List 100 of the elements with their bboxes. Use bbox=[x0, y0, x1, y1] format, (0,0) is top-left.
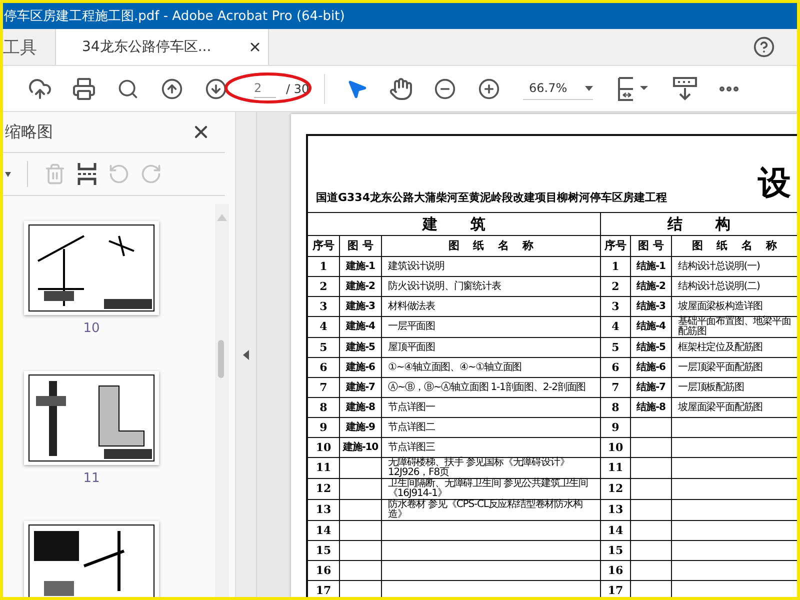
drawing-code: 建施-7 bbox=[340, 378, 381, 397]
row-number: 10 bbox=[601, 438, 630, 457]
section-title: 建 筑 bbox=[308, 213, 600, 235]
table-cell bbox=[340, 500, 381, 520]
row-number: 4 bbox=[308, 317, 339, 337]
drawing-code: 结施-1 bbox=[631, 257, 671, 276]
row-number: 1 bbox=[308, 257, 339, 276]
zoom-in-icon[interactable] bbox=[478, 78, 500, 100]
drawing-code: 结施-8 bbox=[631, 398, 671, 417]
cloud-upload-icon[interactable] bbox=[28, 76, 52, 100]
panel-title: 缩略图 bbox=[5, 122, 53, 142]
row-number: 16 bbox=[308, 561, 339, 580]
table-cell bbox=[631, 500, 671, 520]
keyboard-icon[interactable] bbox=[673, 76, 697, 102]
row-number: 2 bbox=[601, 277, 630, 296]
row-number: 17 bbox=[601, 581, 630, 597]
column-header: 图 纸 名 称 bbox=[382, 236, 600, 256]
row-number: 17 bbox=[308, 581, 339, 597]
arrow-up-icon[interactable] bbox=[161, 78, 183, 100]
drawing-title: 卫生间隔断、无障碍卫生间 参见公共建筑卫生间《16J914-1》 bbox=[382, 479, 600, 499]
row-number: 7 bbox=[308, 378, 339, 397]
drawing-code: 建施-10 bbox=[340, 438, 381, 457]
close-icon[interactable] bbox=[248, 40, 262, 54]
scrollbar-thumb[interactable] bbox=[218, 340, 224, 378]
insert-page-icon[interactable] bbox=[76, 162, 98, 186]
tools-tab[interactable]: 工具 bbox=[3, 29, 56, 65]
drawing-title: Ⓐ~Ⓑ，Ⓑ~Ⓐ轴立面图 1-1剖面图、2-2剖面图 bbox=[382, 378, 600, 397]
table-cell bbox=[631, 418, 671, 437]
caret-icon[interactable] bbox=[5, 172, 11, 176]
row-number: 4 bbox=[601, 317, 630, 337]
drawing-title: 防水卷材 参见《CPS-CL反应粘结型卷材防水构造》 bbox=[382, 500, 600, 520]
drawing-title: 屋顶平面图 bbox=[382, 338, 600, 357]
collapse-handle[interactable] bbox=[236, 112, 257, 597]
drawing-code: 建施-4 bbox=[340, 317, 381, 337]
drawing-title: 防火设计说明、门窗统计表 bbox=[382, 277, 600, 296]
row-number: 8 bbox=[308, 398, 339, 417]
drawing-title: 一层平面图 bbox=[382, 317, 600, 337]
document-tab[interactable]: 34龙东公路停车区... bbox=[56, 29, 269, 65]
row-number: 11 bbox=[308, 458, 339, 478]
fit-page-icon[interactable] bbox=[616, 76, 650, 102]
drawing-title: 一层顶板配筋图 bbox=[672, 378, 797, 397]
drawing-title: 节点详图三 bbox=[382, 438, 600, 457]
drawing-code: 建施-3 bbox=[340, 297, 381, 316]
table-cell bbox=[631, 581, 671, 597]
drawing-code: 建施-9 bbox=[340, 418, 381, 437]
row-number: 8 bbox=[601, 398, 630, 417]
row-number: 12 bbox=[308, 479, 339, 499]
arrow-down-icon[interactable] bbox=[205, 78, 227, 100]
column-header: 图 号 bbox=[631, 236, 671, 256]
drawing-code: 结施-3 bbox=[631, 297, 671, 316]
row-number: 2 bbox=[308, 277, 339, 296]
row-number: 11 bbox=[601, 458, 630, 478]
drawing-code: 建施-6 bbox=[340, 358, 381, 377]
drawing-title: ①~④轴立面图、④~①轴立面图 bbox=[382, 358, 600, 377]
row-number: 9 bbox=[601, 418, 630, 437]
row-number: 1 bbox=[601, 257, 630, 276]
row-number: 3 bbox=[601, 297, 630, 316]
drawing-code: 结施-5 bbox=[631, 338, 671, 357]
window-title: 停车区房建工程施工图.pdf - Adobe Acrobat Pro (64-bit) bbox=[3, 8, 345, 25]
row-number: 12 bbox=[601, 479, 630, 499]
zoom-dropdown[interactable]: 66.7% bbox=[523, 77, 593, 100]
search-icon[interactable] bbox=[117, 78, 139, 100]
hand-icon[interactable] bbox=[389, 76, 413, 100]
table-cell bbox=[340, 521, 381, 540]
sheet-title: 设 bbox=[758, 162, 792, 204]
row-number: 9 bbox=[308, 418, 339, 437]
drawing-title: 坡屋面梁板构造详图 bbox=[672, 297, 797, 316]
row-number: 5 bbox=[308, 338, 339, 357]
help-icon[interactable] bbox=[753, 36, 775, 58]
table-cell bbox=[631, 561, 671, 580]
row-number: 14 bbox=[601, 521, 630, 540]
column-header: 图 纸 名 称 bbox=[672, 236, 797, 256]
drawing-code: 建施-1 bbox=[340, 257, 381, 276]
drawing-code: 结施-4 bbox=[631, 317, 671, 337]
row-number: 13 bbox=[308, 500, 339, 520]
table-cell bbox=[631, 521, 671, 540]
row-number: 5 bbox=[601, 338, 630, 357]
drawing-title: 坡屋面梁平面配筋图 bbox=[672, 398, 797, 417]
section-title: 结 构 bbox=[601, 213, 797, 235]
column-header: 序号 bbox=[601, 236, 630, 256]
column-header: 图 号 bbox=[340, 236, 381, 256]
pointer-icon[interactable] bbox=[346, 78, 368, 100]
table-cell bbox=[631, 541, 671, 560]
page-number[interactable]: 11 bbox=[83, 471, 100, 486]
drawing-title: 节点详图二 bbox=[382, 418, 600, 437]
column-header: 序号 bbox=[308, 236, 339, 256]
drawing-code: 结施-7 bbox=[631, 378, 671, 397]
table-cell bbox=[340, 541, 381, 560]
zoom-out-icon[interactable] bbox=[434, 78, 456, 100]
printer-icon[interactable] bbox=[72, 76, 96, 100]
page-number[interactable]: 10 bbox=[83, 321, 100, 336]
drawing-title: 一层顶梁平面配筋图 bbox=[672, 358, 797, 377]
drawing-code: 结施-6 bbox=[631, 358, 671, 377]
row-number: 3 bbox=[308, 297, 339, 316]
page-number-field[interactable]: 2 bbox=[254, 79, 276, 98]
table-cell bbox=[340, 458, 381, 478]
drawing-title: 节点详图一 bbox=[382, 398, 600, 417]
drawing-title: 无障碍楼梯、扶手 参见国标《无障碍设计》12J926，F8页 bbox=[382, 458, 600, 478]
row-number: 10 bbox=[308, 438, 339, 457]
table-cell bbox=[340, 581, 381, 597]
